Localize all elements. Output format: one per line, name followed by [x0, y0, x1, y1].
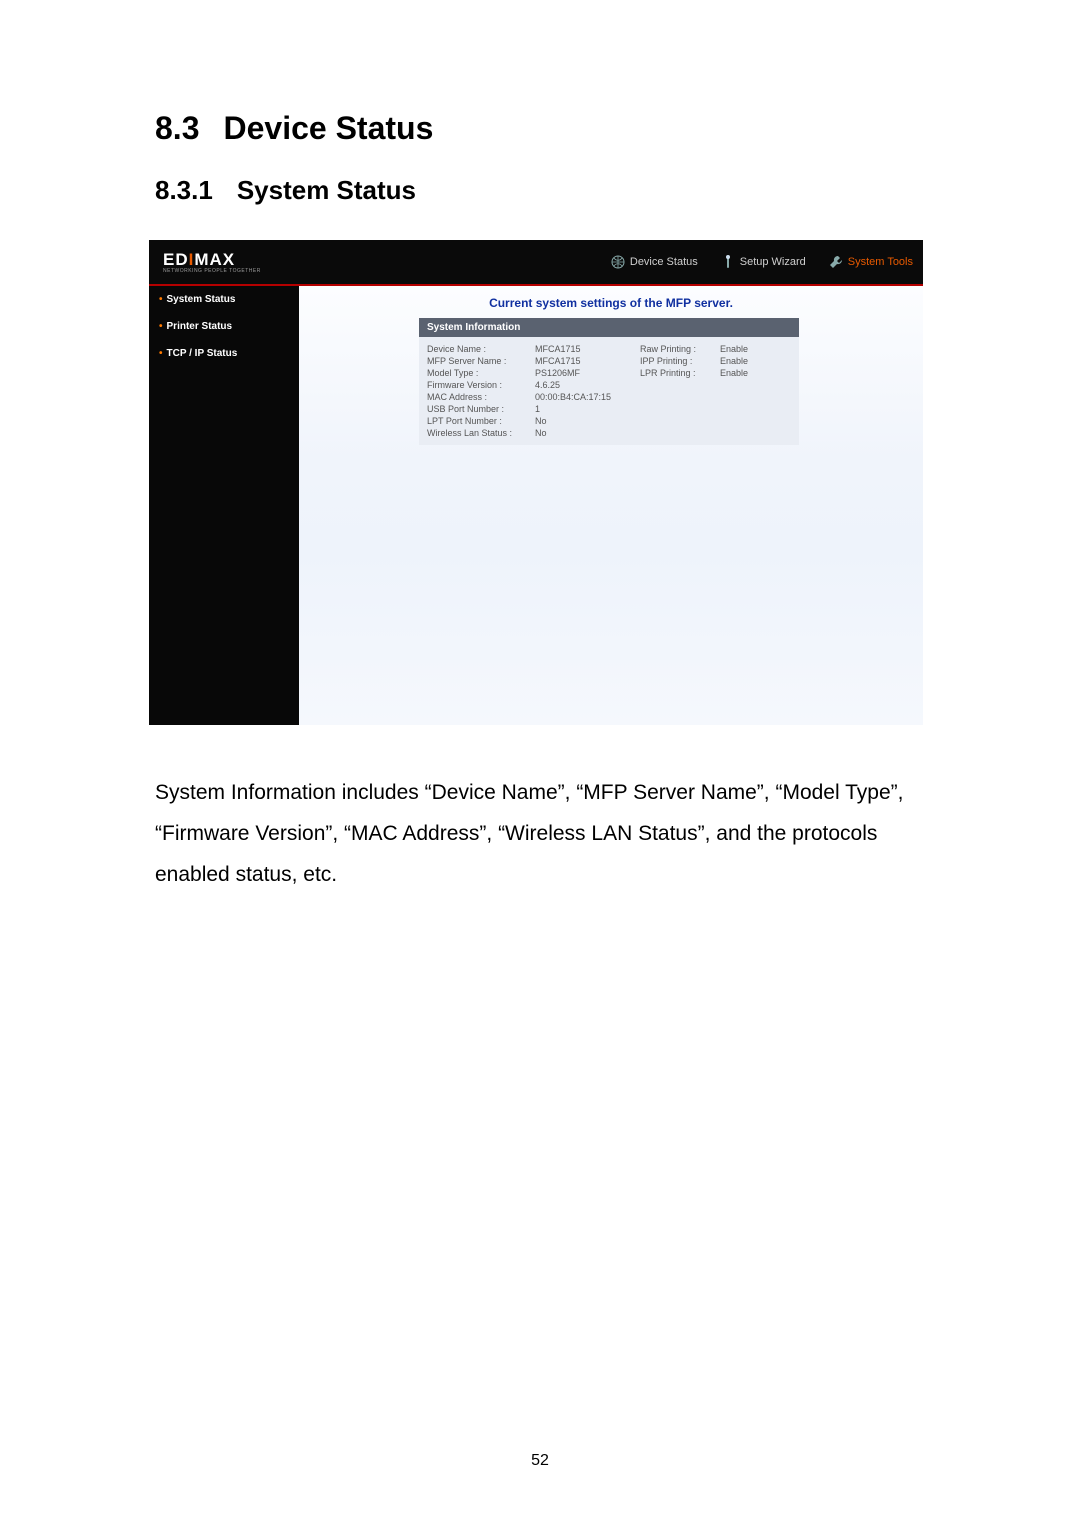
nav-setup-wizard[interactable]: Setup Wizard	[720, 254, 806, 270]
proto-label	[640, 404, 720, 414]
brand-tagline: NETWORKING PEOPLE TOGETHER	[163, 268, 261, 274]
section-heading: 8.3 Device Status	[155, 110, 940, 147]
nav-device-status-label: Device Status	[630, 256, 698, 268]
proto-value	[720, 416, 791, 426]
subsection-title: System Status	[237, 175, 416, 205]
top-nav: Device Status Setup Wizard System Tools	[610, 254, 913, 270]
info-value: 4.6.25	[535, 380, 640, 390]
nav-device-status[interactable]: Device Status	[610, 254, 698, 270]
brand-block: EDIMAX NETWORKING PEOPLE TOGETHER	[163, 250, 261, 274]
info-row: MAC Address : 00:00:B4:CA:17:15	[419, 391, 799, 403]
sidebar-item-label: System Status	[167, 294, 236, 305]
header-bar: EDIMAX NETWORKING PEOPLE TOGETHER Device…	[149, 240, 923, 284]
sidebar-item-label: Printer Status	[167, 321, 233, 332]
info-row: LPT Port Number : No	[419, 415, 799, 427]
info-label: USB Port Number :	[427, 404, 535, 414]
bullet-icon: •	[159, 348, 163, 359]
sidebar-item-printer-status[interactable]: • Printer Status	[149, 313, 299, 340]
proto-value: Enable	[720, 344, 791, 354]
bullet-icon: •	[159, 321, 163, 332]
sidebar-item-tcpip-status[interactable]: • TCP / IP Status	[149, 340, 299, 367]
info-label: Firmware Version :	[427, 380, 535, 390]
info-value: PS1206MF	[535, 368, 640, 378]
embedded-screenshot: EDIMAX NETWORKING PEOPLE TOGETHER Device…	[149, 240, 923, 725]
info-value: No	[535, 416, 640, 426]
content-title: Current system settings of the MFP serve…	[299, 286, 923, 318]
info-value: MFCA1715	[535, 344, 640, 354]
wrench-icon	[828, 254, 844, 270]
sidebar-item-system-status[interactable]: • System Status	[149, 286, 299, 313]
sidebar: • System Status • Printer Status • TCP / IP…	[149, 286, 299, 725]
body-paragraph: System Information includes “Device Name…	[155, 773, 940, 896]
info-value: No	[535, 428, 640, 438]
wand-icon	[720, 254, 736, 270]
info-value: 00:00:B4:CA:17:15	[535, 392, 640, 402]
proto-value	[720, 428, 791, 438]
section-number: 8.3	[155, 110, 199, 147]
proto-value	[720, 404, 791, 414]
proto-label: IPP Printing :	[640, 356, 720, 366]
nav-system-tools[interactable]: System Tools	[828, 254, 913, 270]
info-label: MFP Server Name :	[427, 356, 535, 366]
proto-value: Enable	[720, 368, 791, 378]
info-label: MAC Address :	[427, 392, 535, 402]
brand-logo: EDIMAX	[163, 250, 261, 270]
info-value: 1	[535, 404, 640, 414]
content-area: Current system settings of the MFP serve…	[299, 286, 923, 725]
proto-label: Raw Printing :	[640, 344, 720, 354]
nav-system-tools-label: System Tools	[848, 256, 913, 268]
info-label: Device Name :	[427, 344, 535, 354]
proto-label	[640, 416, 720, 426]
info-label: Wireless Lan Status :	[427, 428, 535, 438]
proto-value	[720, 392, 791, 402]
info-label: Model Type :	[427, 368, 535, 378]
info-value: MFCA1715	[535, 356, 640, 366]
proto-value	[720, 380, 791, 390]
proto-label: LPR Printing :	[640, 368, 720, 378]
sidebar-item-label: TCP / IP Status	[167, 348, 238, 359]
subsection-heading: 8.3.1 System Status	[155, 175, 940, 206]
nav-setup-wizard-label: Setup Wizard	[740, 256, 806, 268]
panel-body: Device Name : MFCA1715 Raw Printing : En…	[419, 337, 799, 445]
proto-label	[640, 380, 720, 390]
info-row: USB Port Number : 1	[419, 403, 799, 415]
section-title: Device Status	[223, 110, 433, 146]
proto-label	[640, 428, 720, 438]
panel-header: System Information	[419, 318, 799, 337]
info-row: Wireless Lan Status : No	[419, 427, 799, 439]
info-row: Model Type : PS1206MF LPR Printing : Ena…	[419, 367, 799, 379]
info-row: Device Name : MFCA1715 Raw Printing : En…	[419, 343, 799, 355]
proto-label	[640, 392, 720, 402]
bullet-icon: •	[159, 294, 163, 305]
globe-icon	[610, 254, 626, 270]
info-row: MFP Server Name : MFCA1715 IPP Printing …	[419, 355, 799, 367]
proto-value: Enable	[720, 356, 791, 366]
info-row: Firmware Version : 4.6.25	[419, 379, 799, 391]
system-info-panel: System Information Device Name : MFCA171…	[419, 318, 799, 445]
subsection-number: 8.3.1	[155, 175, 213, 206]
page-number: 52	[0, 1452, 1080, 1470]
info-label: LPT Port Number :	[427, 416, 535, 426]
